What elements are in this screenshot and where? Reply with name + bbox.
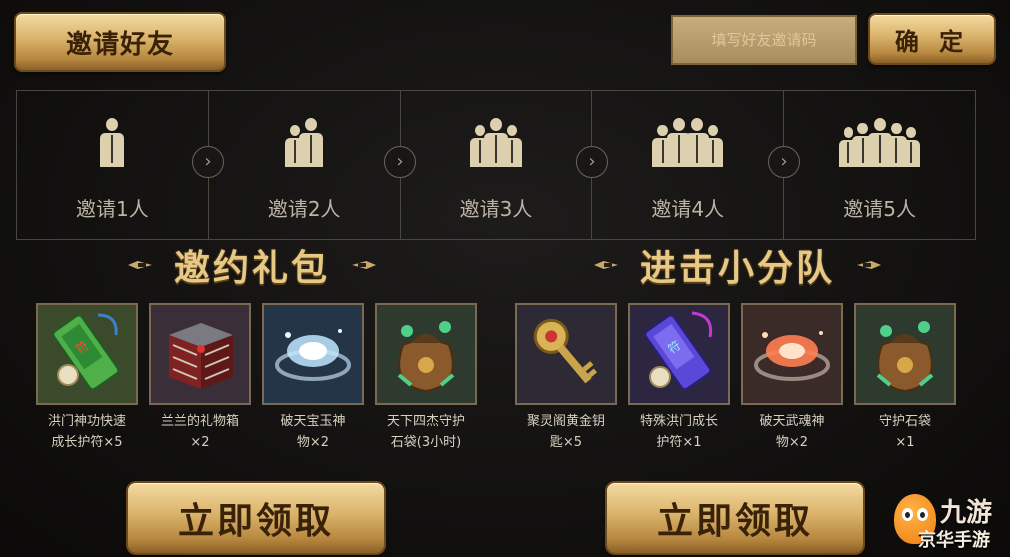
step-label: 邀请1人	[76, 197, 149, 221]
item-name: 守护石袋 ×1	[878, 414, 931, 450]
step-label: 邀请5人	[843, 197, 916, 221]
section-title-invite-pack: 邀约礼包	[124, 240, 380, 290]
reward-item[interactable]: 破天宝玉神 物×2	[262, 303, 364, 453]
person-icon	[901, 127, 921, 167]
purple-talisman-icon: 符	[628, 303, 730, 405]
step-invite-5: 邀请5人	[784, 91, 975, 239]
item-name: 破天宝玉神 物×2	[280, 414, 346, 450]
reward-item[interactable]: 符 洪门神功快速 成长护符×5	[36, 303, 138, 453]
claim-squad-pack-button[interactable]: 立即领取	[607, 483, 863, 553]
chevron-right-icon: ›	[192, 146, 224, 178]
ornament-right-icon	[344, 257, 380, 273]
step-label: 邀请2人	[267, 197, 341, 221]
section-title-squad: 进击小分队	[590, 240, 885, 290]
step-label: 邀请3人	[459, 197, 533, 221]
step-label: 邀请4人	[651, 197, 725, 221]
people-5-icon	[784, 111, 975, 167]
step-invite-1: 邀请1人	[17, 91, 209, 239]
people-4-icon	[592, 111, 783, 167]
gift-box-icon	[149, 303, 251, 405]
invite-progress-steps: 邀请1人 邀请2人 邀请3人 邀请4人 邀请5人	[16, 90, 976, 240]
person-icon	[100, 118, 125, 167]
step-invite-4: 邀请4人	[592, 91, 785, 239]
blue-jade-icon	[262, 303, 364, 405]
stone-bag-icon	[854, 303, 956, 405]
reward-item[interactable]: 符 特殊洪门成长 护符×1	[628, 303, 730, 453]
ornament-left-icon	[124, 257, 160, 273]
item-name: 破天武魂神 物×2	[759, 414, 825, 450]
item-name: 天下四杰守护 石袋(3小时)	[386, 414, 465, 450]
person-icon	[702, 125, 724, 167]
red-soul-icon	[741, 303, 843, 405]
stone-bag-icon	[375, 303, 477, 405]
green-talisman-icon: 符	[36, 303, 138, 405]
ornament-right-icon	[849, 257, 885, 273]
chevron-right-icon: ›	[576, 146, 608, 178]
reward-item[interactable]: 天下四杰守护 石袋(3小时)	[375, 303, 477, 453]
confirm-button[interactable]: 确 定	[870, 15, 994, 63]
people-2-icon	[209, 111, 400, 167]
people-3-icon	[401, 111, 592, 167]
item-name: 特殊洪门成长 护符×1	[639, 414, 718, 450]
reward-item[interactable]: 破天武魂神 物×2	[741, 303, 843, 453]
golden-key-icon	[515, 303, 617, 405]
invite-friends-button[interactable]: 邀请好友	[16, 14, 224, 70]
ornament-left-icon	[590, 257, 626, 273]
reward-item[interactable]: 聚灵阁黄金钥 匙×5	[515, 303, 617, 453]
step-invite-3: 邀请3人	[401, 91, 593, 239]
chevron-right-icon: ›	[768, 146, 800, 178]
people-1-icon	[17, 111, 208, 167]
jiuyou-watermark-logo: 九游 京华手游	[890, 486, 1008, 554]
invite-code-input[interactable]	[671, 15, 857, 65]
item-name: 兰兰的礼物箱 ×2	[160, 414, 239, 450]
reward-item[interactable]: 兰兰的礼物箱 ×2	[149, 303, 251, 453]
reward-item[interactable]: 守护石袋 ×1	[854, 303, 956, 453]
chevron-right-icon: ›	[384, 146, 416, 178]
step-invite-2: 邀请2人	[209, 91, 401, 239]
claim-invite-pack-button[interactable]: 立即领取	[128, 483, 384, 553]
item-name: 聚灵阁黄金钥 匙×5	[526, 414, 605, 450]
person-icon	[501, 125, 523, 167]
person-icon	[299, 118, 324, 167]
item-name: 洪门神功快速 成长护符×5	[47, 414, 126, 450]
